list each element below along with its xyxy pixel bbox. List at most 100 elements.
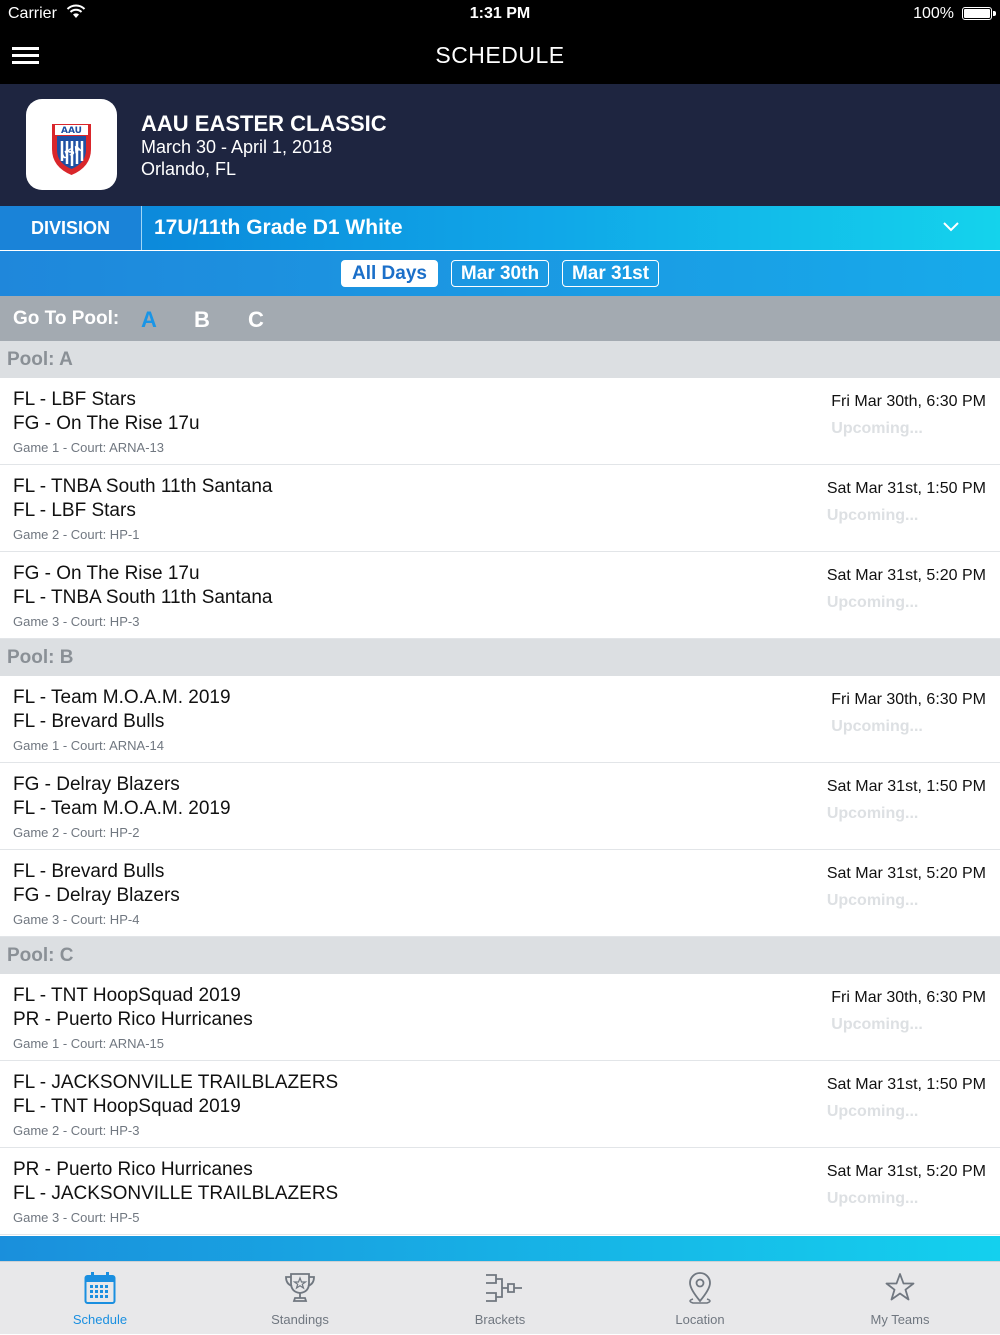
game-time-block: Sat Mar 31st, 1:50 PM Upcoming... [827,778,986,823]
clock: 1:31 PM [469,5,531,22]
event-name: AAU EASTER CLASSIC [141,111,387,136]
bottom-accent-band [0,1236,1000,1261]
team-1: FL - LBF Stars [13,389,136,410]
nav-bar: SCHEDULE [0,28,1000,84]
game-court-info: Game 2 - Court: HP-1 [13,527,140,542]
team-2: FL - Brevard Bulls [13,711,165,732]
game-row[interactable]: PR - Puerto Rico Hurricanes FL - JACKSON… [0,1148,1000,1235]
game-status: Upcoming... [826,1190,919,1207]
game-status: Upcoming... [826,892,919,909]
tab-schedule[interactable]: Schedule [0,1262,200,1335]
calendar-icon [84,1272,116,1304]
pool-header-b: Pool: B [0,639,1000,676]
filter-all-days[interactable]: All Days [341,260,438,287]
team-1: FL - TNT HoopSquad 2019 [13,985,241,1006]
pool-link-b[interactable]: B [194,307,210,333]
filter-mar-30th[interactable]: Mar 30th [451,260,549,287]
division-value[interactable]: 17U/11th Grade D1 White [154,216,403,240]
game-row[interactable]: FL - JACKSONVILLE TRAILBLAZERS FL - TNT … [0,1061,1000,1148]
event-header: AAU USA AAU EASTER CLASSIC March 30 - Ap… [0,84,1000,206]
game-court-info: Game 3 - Court: HP-3 [13,614,140,629]
battery-percent: 100% [913,5,954,22]
game-status: Upcoming... [831,718,923,735]
game-court-info: Game 1 - Court: ARNA-13 [13,440,164,455]
filter-mar-31st[interactable]: Mar 31st [562,260,659,287]
svg-text:AAU: AAU [61,126,82,136]
team-1: FL - JACKSONVILLE TRAILBLAZERS [13,1072,339,1093]
game-status: Upcoming... [826,507,919,524]
division-label: DIVISION [0,206,142,250]
game-court-info: Game 2 - Court: HP-2 [13,825,140,840]
event-location: Orlando, FL [141,159,237,179]
game-time-block: Sat Mar 31st, 1:50 PM Upcoming... [827,1076,986,1121]
team-1: FG - Delray Blazers [13,774,180,795]
tab-label: Brackets [474,1312,526,1327]
tab-standings[interactable]: Standings [200,1262,400,1335]
game-status: Upcoming... [826,594,919,611]
team-1: FL - TNBA South 11th Santana [13,476,273,497]
bracket-icon [486,1274,522,1302]
location-pin-icon [689,1272,711,1304]
game-time: Sat Mar 31st, 1:50 PM [826,778,986,795]
game-time: Sat Mar 31st, 5:20 PM [826,865,986,882]
tab-bar: Schedule Standings Brackets Location My … [0,1261,1000,1334]
tab-label: Location [675,1312,725,1327]
team-1: FL - Brevard Bulls [13,861,165,882]
team-2: FL - Team M.O.A.M. 2019 [13,798,231,819]
team-2: FL - TNBA South 11th Santana [13,587,273,608]
pool-title: Pool: C [7,945,74,966]
game-row[interactable]: FL - Brevard Bulls FG - Delray Blazers G… [0,850,1000,937]
team-2: FG - Delray Blazers [13,885,180,906]
division-selector[interactable]: DIVISION 17U/11th Grade D1 White [0,206,1000,250]
game-time: Fri Mar 30th, 6:30 PM [831,691,986,708]
game-time-block: Fri Mar 30th, 6:30 PM Upcoming... [831,691,986,736]
go-to-pool-bar: Go To Pool: A B C [0,296,1000,341]
battery-tip [993,11,996,16]
chevron-down-icon[interactable] [942,220,960,238]
game-row[interactable]: FG - Delray Blazers FL - Team M.O.A.M. 2… [0,763,1000,850]
game-time: Sat Mar 31st, 5:20 PM [826,567,986,584]
game-row[interactable]: FL - TNBA South 11th Santana FL - LBF St… [0,465,1000,552]
tab-label: My Teams [870,1312,930,1327]
game-court-info: Game 1 - Court: ARNA-14 [13,738,164,753]
game-status: Upcoming... [831,420,923,437]
game-status: Upcoming... [826,1103,919,1120]
game-court-info: Game 3 - Court: HP-5 [13,1210,140,1225]
tab-my-teams[interactable]: My Teams [800,1262,1000,1335]
pool-link-c[interactable]: C [248,307,264,333]
game-time-block: Sat Mar 31st, 1:50 PM Upcoming... [827,480,986,525]
page-title: SCHEDULE [435,42,565,68]
trophy-icon [285,1273,315,1302]
team-1: FG - On The Rise 17u [13,563,200,584]
game-court-info: Game 2 - Court: HP-3 [13,1123,140,1138]
game-time-block: Sat Mar 31st, 5:20 PM Upcoming... [827,567,986,612]
game-time: Fri Mar 30th, 6:30 PM [831,989,986,1006]
pool-link-a[interactable]: A [141,307,157,333]
team-1: FL - Team M.O.A.M. 2019 [13,687,231,708]
game-time: Sat Mar 31st, 1:50 PM [826,480,986,497]
tab-brackets[interactable]: Brackets [400,1262,600,1335]
team-2: PR - Puerto Rico Hurricanes [13,1009,253,1030]
game-status: Upcoming... [831,1016,923,1033]
game-time-block: Sat Mar 31st, 5:20 PM Upcoming... [827,865,986,910]
team-2: FG - On The Rise 17u [13,413,200,434]
game-row[interactable]: FL - Team M.O.A.M. 2019 FL - Brevard Bul… [0,676,1000,763]
team-2: FL - LBF Stars [13,500,136,521]
day-filter-bar: All Days Mar 30th Mar 31st [0,251,1000,296]
team-2: FL - TNT HoopSquad 2019 [13,1096,241,1117]
game-time: Sat Mar 31st, 1:50 PM [826,1076,986,1093]
team-1: PR - Puerto Rico Hurricanes [13,1159,253,1180]
game-time: Fri Mar 30th, 6:30 PM [831,393,986,410]
pool-title: Pool: B [7,647,74,668]
game-row[interactable]: FL - TNT HoopSquad 2019 PR - Puerto Rico… [0,974,1000,1061]
game-row[interactable]: FG - On The Rise 17u FL - TNBA South 11t… [0,552,1000,639]
star-icon [885,1273,915,1301]
game-status: Upcoming... [826,805,919,822]
team-2: FL - JACKSONVILLE TRAILBLAZERS [13,1183,339,1204]
game-time: Sat Mar 31st, 5:20 PM [826,1163,986,1180]
game-row[interactable]: FL - LBF Stars FG - On The Rise 17u Game… [0,378,1000,465]
tab-location[interactable]: Location [600,1262,800,1335]
game-court-info: Game 3 - Court: HP-4 [13,912,140,927]
tab-label: Schedule [72,1312,128,1327]
pool-header-c: Pool: C [0,937,1000,974]
